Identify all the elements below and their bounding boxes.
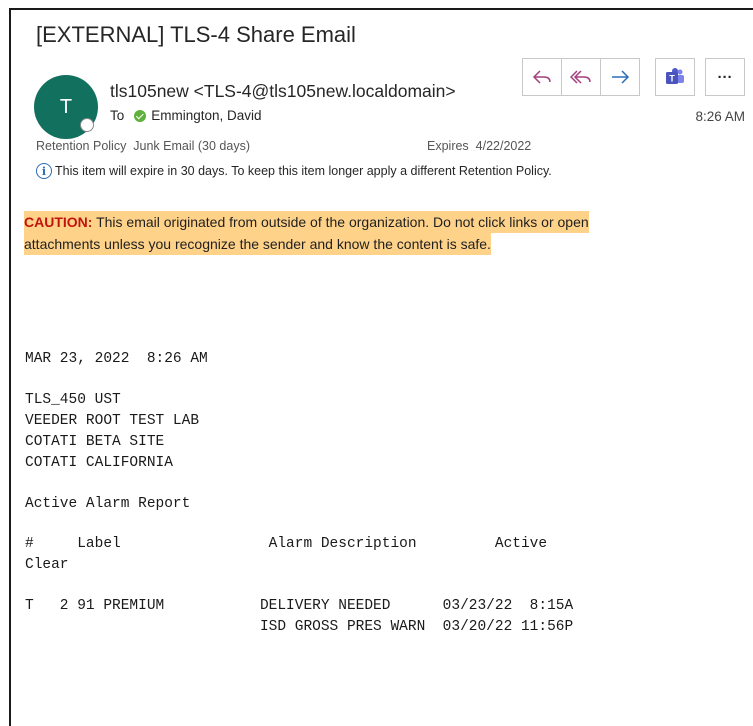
presence-status-icon [80, 118, 94, 132]
report-title: Active Alarm Report [25, 496, 191, 512]
available-check-icon [134, 109, 147, 122]
to-label: To [110, 108, 125, 123]
retention-info-banner: i This item will expire in 30 days. To k… [36, 163, 552, 179]
report-column-headers: # Label Alarm Description Active [25, 536, 548, 552]
share-to-teams-button[interactable]: T [656, 59, 694, 95]
site-header-line: COTATI BETA SITE [25, 434, 165, 450]
alarm-row: ISD GROSS PRES WARN 03/20/22 11:56P [25, 619, 574, 635]
caution-text-2: attachments unless you recognize the sen… [24, 236, 491, 252]
more-toolbar: ··· [705, 58, 745, 96]
forward-button[interactable] [600, 59, 639, 95]
avatar-initial: T [59, 95, 73, 118]
expires-label: Expires [427, 139, 469, 153]
retention-policy: Retention Policy Junk Email (30 days) [36, 139, 250, 153]
more-actions-button[interactable]: ··· [706, 59, 744, 95]
retention-info-text: This item will expire in 30 days. To kee… [55, 164, 552, 178]
reply-icon [532, 70, 551, 84]
received-time: 8:26 AM [695, 109, 745, 124]
response-toolbar [522, 58, 640, 96]
reply-all-button[interactable] [561, 59, 600, 95]
caution-text-1: This email originated from outside of th… [92, 214, 589, 230]
expiry-date: Expires 4/22/2022 [427, 139, 531, 153]
alarm-row: T 2 91 PREMIUM DELIVERY NEEDED 03/23/22 … [25, 598, 574, 614]
report-column-headers-wrap: Clear [25, 557, 69, 573]
reply-button[interactable] [523, 59, 561, 95]
teams-icon: T [666, 68, 684, 84]
more-icon: ··· [717, 68, 733, 86]
forward-icon [612, 70, 630, 84]
email-subject: [EXTERNAL] TLS-4 Share Email [36, 22, 356, 47]
reply-all-icon [570, 70, 591, 84]
retention-label: Retention Policy [36, 139, 127, 153]
recipient-name[interactable]: Emmington, David [151, 108, 261, 123]
retention-value[interactable]: Junk Email (30 days) [133, 139, 250, 153]
teams-glyph: T [669, 74, 675, 84]
sender-address[interactable]: tls105new <TLS-4@tls105new.localdomain> [110, 81, 456, 102]
recipient-line: To Emmington, David [110, 108, 262, 123]
site-header-line: VEEDER ROOT TEST LAB [25, 413, 200, 429]
caution-label: CAUTION: [24, 214, 93, 230]
site-header-line: COTATI CALIFORNIA [25, 455, 173, 471]
caution-line-2: attachments unless you recognize the sen… [24, 233, 491, 255]
report-timestamp: MAR 23, 2022 8:26 AM [25, 351, 208, 367]
external-caution-banner: CAUTION: This email originated from outs… [24, 211, 589, 255]
caution-line-1: CAUTION: This email originated from outs… [24, 211, 589, 233]
teams-toolbar: T [655, 58, 695, 96]
site-header-line: TLS_450 UST [25, 392, 121, 408]
expires-value: 4/22/2022 [475, 139, 532, 153]
info-icon: i [36, 163, 52, 179]
